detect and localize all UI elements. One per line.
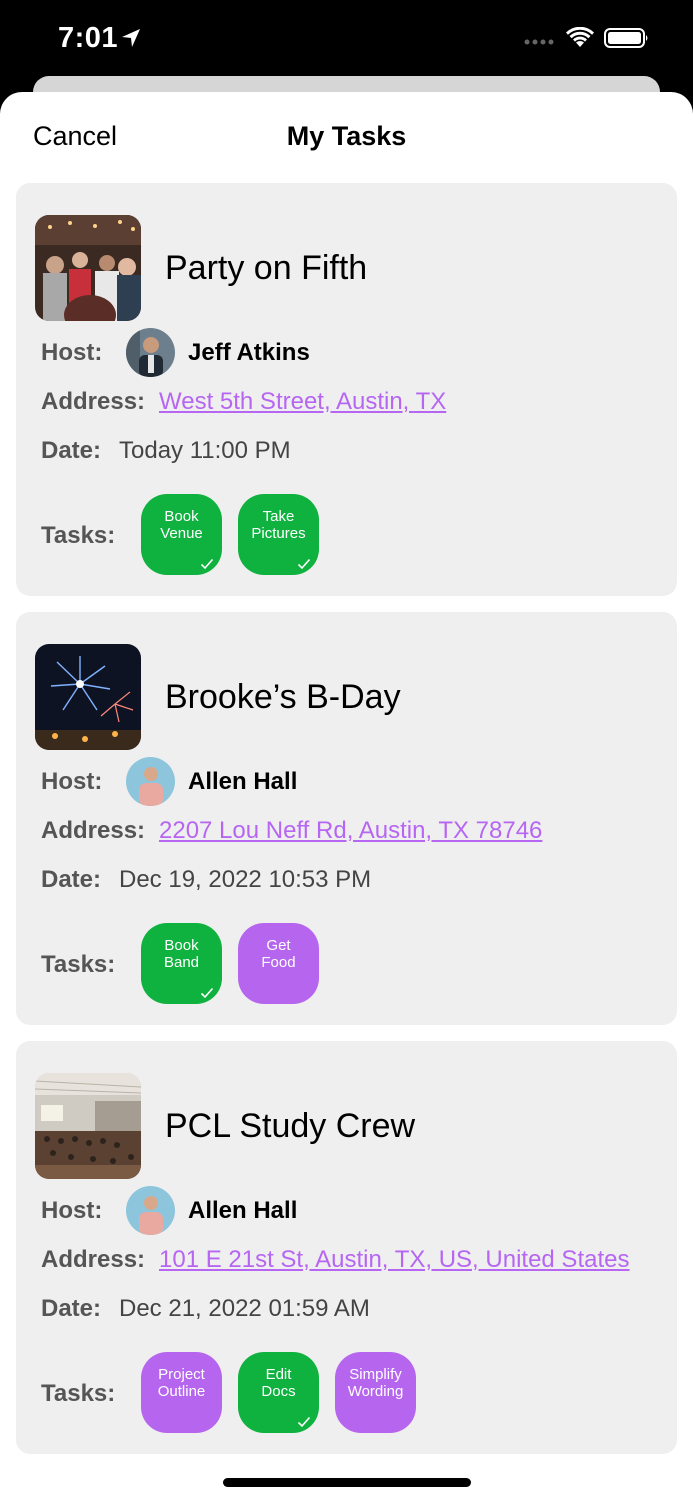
cancel-button[interactable]: Cancel: [33, 121, 117, 152]
cellular-signal-icon: [524, 39, 554, 45]
task-label-line1: Get: [266, 937, 291, 954]
host-name: Jeff Atkins: [188, 339, 310, 366]
task-label-line2: Docs: [261, 1383, 296, 1400]
tasks-label: Tasks:: [41, 1380, 116, 1407]
date-label: Date:: [41, 437, 102, 464]
event-image-lecture-hall: [35, 1073, 141, 1179]
date-value: Dec 21, 2022 01:59 AM: [119, 1295, 370, 1322]
task-chip[interactable]: Project Outline: [141, 1352, 222, 1433]
host-avatar: [126, 1186, 175, 1235]
task-label-line1: Edit: [265, 1366, 292, 1383]
host-label: Host:: [41, 339, 103, 366]
tasks-label: Tasks:: [41, 522, 116, 549]
event-image-fireworks: [35, 644, 141, 750]
status-bar: 7:01: [0, 0, 693, 80]
checkmark-icon: [200, 558, 214, 570]
address-link[interactable]: 2207 Lou Neff Rd, Austin, TX 78746: [159, 817, 542, 845]
address-label: Address:: [41, 388, 146, 415]
checkmark-icon: [200, 987, 214, 999]
battery-icon: [604, 28, 648, 48]
checkmark-icon: [297, 1416, 311, 1428]
address-label: Address:: [41, 1246, 146, 1273]
host-name: Allen Hall: [188, 1197, 298, 1224]
task-label-line1: Take: [262, 508, 295, 525]
home-indicator: [223, 1478, 471, 1487]
task-chip[interactable]: Book Venue: [141, 494, 222, 575]
event-card[interactable]: Brooke’s B-Day Host: Allen Hall Address:…: [16, 612, 677, 1025]
event-image-party: [35, 215, 141, 321]
task-label-line2: Venue: [160, 525, 203, 542]
date-value: Today 11:00 PM: [119, 437, 291, 464]
host-label: Host:: [41, 1197, 103, 1224]
task-label-line2: Outline: [157, 1383, 206, 1400]
host-label: Host:: [41, 768, 103, 795]
task-label-line2: Band: [163, 954, 200, 971]
task-label-line2: Food: [261, 954, 296, 971]
task-chip[interactable]: Take Pictures: [238, 494, 319, 575]
task-chip[interactable]: Simplify Wording: [335, 1352, 416, 1433]
task-chip[interactable]: Edit Docs: [238, 1352, 319, 1433]
host-name: Allen Hall: [188, 768, 298, 795]
date-label: Date:: [41, 1295, 102, 1322]
address-link[interactable]: 101 E 21st St, Austin, TX, US, United St…: [159, 1246, 629, 1274]
event-title: Brooke’s B-Day: [165, 678, 401, 716]
location-arrow-icon: [122, 29, 140, 47]
task-label-line1: Project: [158, 1366, 205, 1383]
task-label-line1: Book: [164, 508, 199, 525]
event-title: Party on Fifth: [165, 249, 368, 287]
task-chip[interactable]: Book Band: [141, 923, 222, 1004]
event-title: PCL Study Crew: [165, 1107, 416, 1145]
wifi-icon: [566, 27, 594, 47]
event-card[interactable]: Party on Fifth Host: Jeff Atkins Address…: [16, 183, 677, 596]
task-label-line1: Simplify: [349, 1366, 402, 1383]
status-time: 7:01: [58, 22, 119, 54]
task-label-line1: Book: [164, 937, 199, 954]
date-label: Date:: [41, 866, 102, 893]
date-value: Dec 19, 2022 10:53 PM: [119, 866, 372, 893]
event-card[interactable]: PCL Study Crew Host: Allen Hall Address:…: [16, 1041, 677, 1454]
task-chip[interactable]: Get Food: [238, 923, 319, 1004]
tasks-label: Tasks:: [41, 951, 116, 978]
task-label-line2: Wording: [347, 1383, 404, 1400]
checkmark-icon: [297, 558, 311, 570]
host-avatar: [126, 757, 175, 806]
task-label-line2: Pictures: [251, 525, 306, 542]
address-link[interactable]: West 5th Street, Austin, TX: [159, 388, 446, 416]
host-avatar: [126, 328, 175, 377]
address-label: Address:: [41, 817, 146, 844]
